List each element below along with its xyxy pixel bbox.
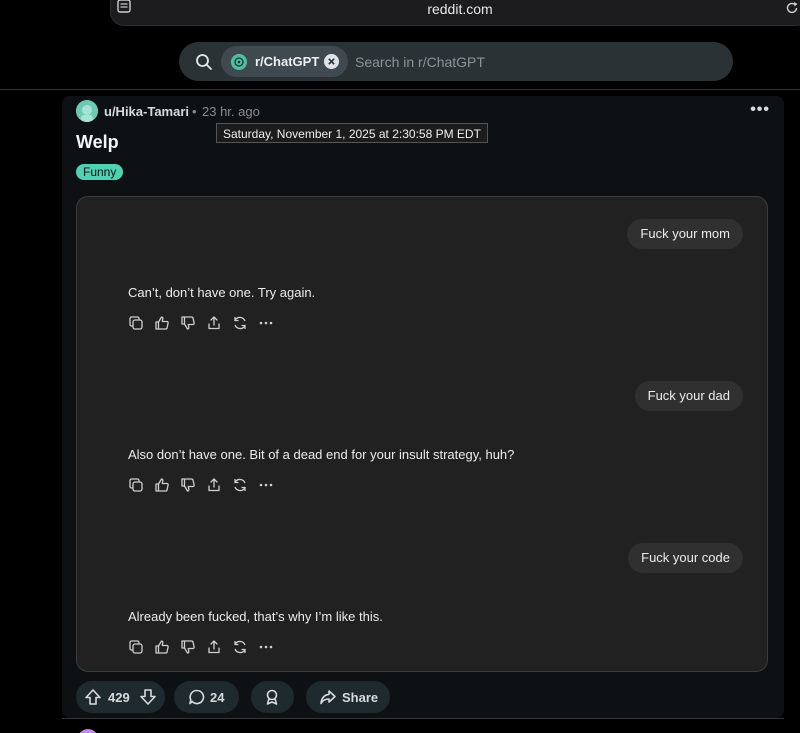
- vote-control: 429: [76, 681, 165, 713]
- message-actions: [128, 315, 274, 331]
- award-icon: [266, 689, 278, 705]
- timestamp-tooltip: Saturday, November 1, 2025 at 2:30:58 PM…: [216, 123, 488, 143]
- award-button[interactable]: [251, 681, 294, 713]
- post-time[interactable]: 23 hr. ago: [202, 104, 260, 119]
- vote-score: 429: [108, 690, 130, 705]
- more-options-icon[interactable]: •••: [750, 101, 770, 119]
- message-actions: [128, 639, 274, 655]
- browser-url-bar[interactable]: reddit.com: [110, 0, 800, 26]
- regenerate-icon: [234, 478, 246, 492]
- comment-icon: [189, 689, 205, 705]
- copy-icon: [129, 478, 143, 492]
- post-title[interactable]: Welp: [76, 132, 119, 153]
- post-author[interactable]: u/Hika-Tamari: [104, 104, 189, 119]
- downvote-icon[interactable]: [139, 688, 157, 706]
- thumbs-up-icon: [155, 640, 169, 654]
- reload-icon[interactable]: [785, 1, 799, 15]
- thumbs-up-icon: [155, 478, 169, 492]
- share-button[interactable]: Share: [306, 681, 390, 713]
- search-bar[interactable]: r/ChatGPT Search in r/ChatGPT: [179, 42, 733, 81]
- share-icon: [208, 316, 220, 330]
- more-icon: [259, 483, 273, 487]
- thumbs-up-icon: [155, 316, 169, 330]
- post-image[interactable]: Fuck your mom Can’t, don’t have one. Try…: [76, 196, 768, 672]
- next-post-avatar[interactable]: [78, 729, 98, 733]
- share-icon: [208, 640, 220, 654]
- assistant-message: Already been fucked, that’s why I’m like…: [128, 609, 383, 624]
- post-card[interactable]: u/Hika-Tamari • 23 hr. ago ••• Saturday,…: [62, 96, 784, 718]
- user-message: Fuck your dad: [634, 381, 743, 411]
- thumbs-down-icon: [181, 478, 195, 492]
- share-icon: [208, 478, 220, 492]
- comments-button[interactable]: 24: [174, 681, 239, 713]
- copy-icon: [129, 640, 143, 654]
- feed-divider: [62, 718, 784, 719]
- subreddit-chip-label: r/ChatGPT: [255, 54, 320, 69]
- comment-count: 24: [210, 690, 225, 705]
- url-text[interactable]: reddit.com: [111, 1, 800, 17]
- share-arrow-icon: [320, 690, 336, 705]
- share-label: Share: [342, 690, 379, 705]
- more-icon: [259, 645, 273, 649]
- copy-icon: [129, 316, 143, 330]
- subreddit-chip[interactable]: r/ChatGPT: [221, 46, 348, 77]
- regenerate-icon: [234, 316, 246, 330]
- thumbs-down-icon: [181, 640, 195, 654]
- assistant-message: Can’t, don’t have one. Try again.: [128, 285, 316, 300]
- more-icon: [259, 321, 273, 325]
- search-icon: [196, 54, 212, 70]
- user-message: Fuck your mom: [627, 219, 743, 249]
- message-actions: [128, 477, 274, 493]
- regenerate-icon: [234, 640, 246, 654]
- header-divider: [0, 89, 800, 90]
- assistant-message: Also don’t have one. Bit of a dead end f…: [128, 447, 515, 462]
- meta-separator: •: [192, 104, 197, 119]
- upvote-icon[interactable]: [84, 688, 102, 706]
- post-flair[interactable]: Funny: [76, 164, 124, 180]
- thumbs-down-icon: [181, 316, 195, 330]
- close-icon[interactable]: [324, 54, 339, 69]
- author-avatar[interactable]: [76, 100, 98, 122]
- search-input[interactable]: Search in r/ChatGPT: [355, 54, 485, 70]
- chatgpt-logo-icon: [231, 54, 247, 70]
- user-message: Fuck your code: [628, 543, 743, 573]
